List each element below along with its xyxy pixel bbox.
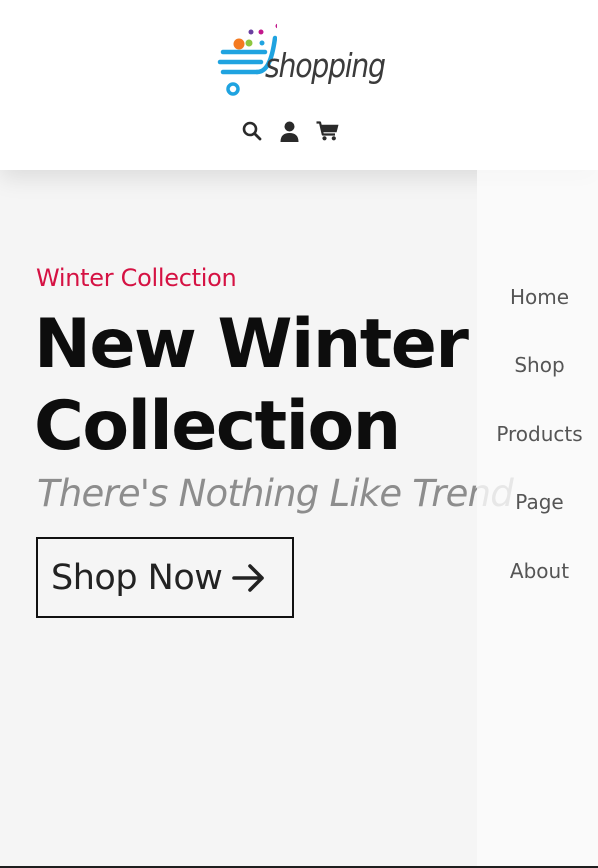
logo-link[interactable]: shopping	[217, 20, 387, 98]
nav-item-shop[interactable]: Shop	[477, 353, 598, 377]
side-nav: Home Shop Products Page About	[477, 170, 598, 866]
logo-text: shopping	[265, 46, 386, 85]
shop-now-label: Shop Now	[51, 557, 223, 598]
shop-now-button[interactable]: Shop Now	[36, 537, 294, 618]
user-icon[interactable]	[278, 120, 301, 143]
hero-headline-line1: New Winter	[34, 305, 469, 384]
hero-headline-line2: Collection	[34, 387, 401, 466]
cart-icon[interactable]	[316, 120, 339, 143]
arrow-right-icon	[232, 563, 265, 592]
hero-tagline: There's Nothing Like Trend	[37, 472, 514, 515]
hero-headline: New Winter Collection	[34, 304, 469, 468]
header-icons	[240, 118, 339, 144]
nav-item-page[interactable]: Page	[477, 490, 598, 514]
page: shopping Winter Collection New Winter Co…	[0, 0, 598, 868]
hero-eyebrow: Winter Collection	[36, 264, 237, 292]
search-icon[interactable]	[240, 120, 263, 143]
site-header: shopping	[0, 0, 598, 170]
nav-item-about[interactable]: About	[477, 559, 598, 583]
nav-item-products[interactable]: Products	[477, 422, 598, 446]
nav-item-home[interactable]: Home	[477, 285, 598, 309]
